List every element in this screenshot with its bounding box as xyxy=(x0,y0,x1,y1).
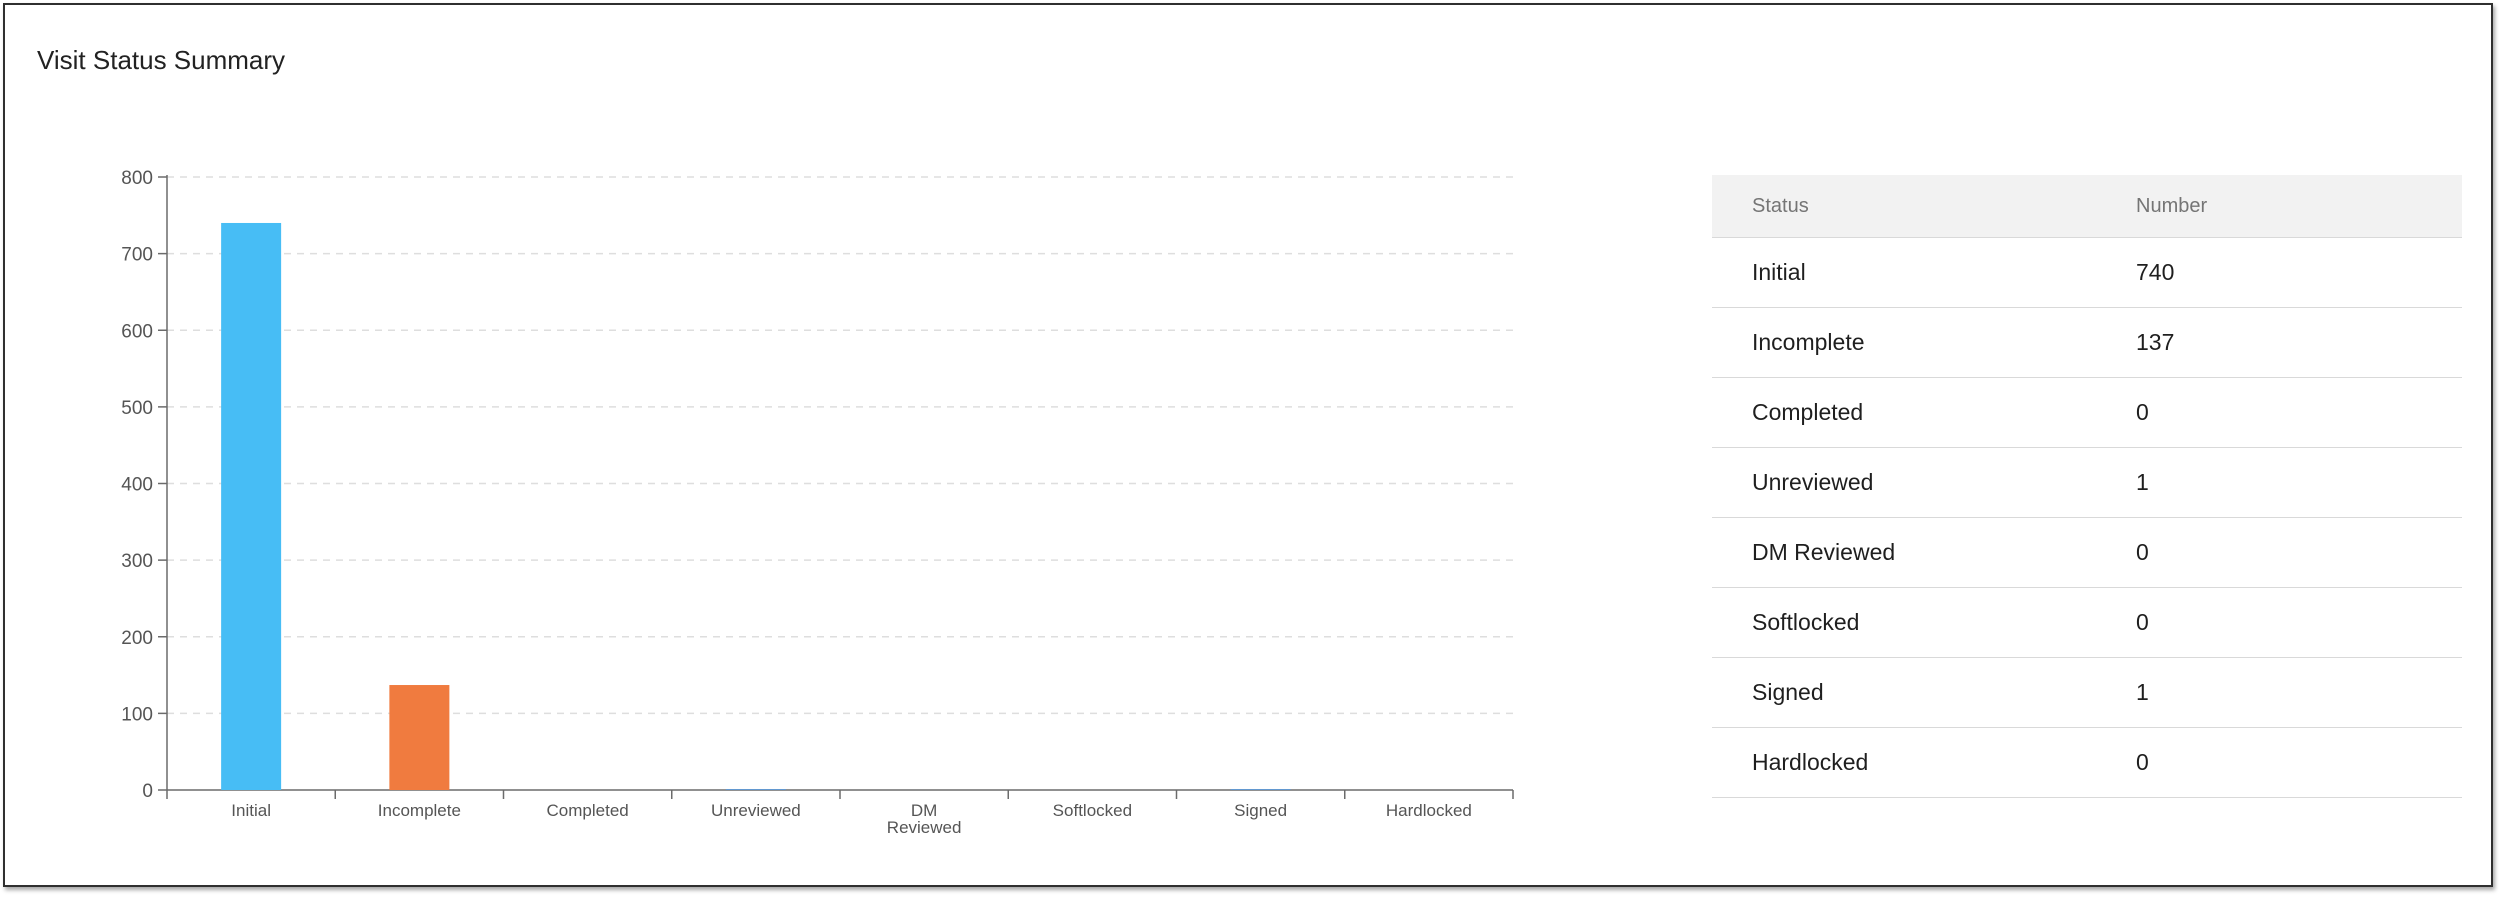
table-row: Softlocked 0 xyxy=(1712,588,2462,658)
x-tick-label: Unreviewed xyxy=(711,801,801,820)
y-tick-label: 600 xyxy=(121,321,153,342)
row-status: DM Reviewed xyxy=(1752,539,1896,565)
table-row: Completed 0 xyxy=(1712,378,2462,448)
table-row: DM Reviewed 0 xyxy=(1712,518,2462,588)
y-tick-label: 300 xyxy=(121,551,153,572)
header-status: Status xyxy=(1752,194,1809,217)
visit-status-panel: Visit Status Summary 0 100 200 300 400 500 600… xyxy=(3,3,2493,887)
y-tick-label: 200 xyxy=(121,628,153,649)
table-row: Initial 740 xyxy=(1712,238,2462,308)
row-number: 0 xyxy=(2136,399,2149,425)
table-row: Hardlocked 0 xyxy=(1712,728,2462,798)
table-row: Unreviewed 1 xyxy=(1712,448,2462,518)
x-tick-label: Reviewed xyxy=(887,818,962,837)
row-number: 137 xyxy=(2136,329,2175,355)
x-tick-label: Hardlocked xyxy=(1386,801,1472,820)
row-status: Initial xyxy=(1752,259,1806,285)
row-status: Unreviewed xyxy=(1752,469,1874,495)
y-tick-label: 700 xyxy=(121,245,153,266)
table-header: Status Number xyxy=(1712,175,2462,238)
bar-unreviewed xyxy=(725,789,786,790)
x-tick-label: Softlocked xyxy=(1053,801,1132,820)
row-number: 0 xyxy=(2136,609,2149,635)
row-status: Incomplete xyxy=(1752,329,1865,355)
row-status: Hardlocked xyxy=(1752,749,1869,775)
x-tick-label: Initial xyxy=(231,801,271,820)
row-status: Signed xyxy=(1752,679,1824,705)
table-row: Signed 1 xyxy=(1712,658,2462,728)
bar-incomplete xyxy=(389,685,450,790)
x-tick-label: Completed xyxy=(547,801,629,820)
bar-chart: 0 100 200 300 400 500 600 700 800 Initial Incomple… xyxy=(121,168,1514,837)
row-status: Completed xyxy=(1752,399,1864,425)
x-tick-label: Incomplete xyxy=(378,801,461,820)
table-row: Incomplete 137 xyxy=(1712,308,2462,378)
header-number: Number xyxy=(2136,194,2208,217)
row-status: Softlocked xyxy=(1752,609,1860,635)
y-tick-label: 0 xyxy=(142,781,153,802)
row-number: 0 xyxy=(2136,749,2149,775)
bar-signed xyxy=(1230,789,1291,790)
status-table: Status Number Initial 740 Incomplete 137… xyxy=(1712,175,2462,798)
y-tick-label: 800 xyxy=(121,168,153,189)
row-number: 0 xyxy=(2136,539,2149,565)
bar-initial xyxy=(221,222,282,791)
y-tick-label: 100 xyxy=(121,704,153,725)
y-tick-label: 400 xyxy=(121,475,153,496)
y-tick-label: 500 xyxy=(121,398,153,419)
x-tick-label: Signed xyxy=(1234,801,1287,820)
row-number: 740 xyxy=(2136,259,2175,285)
row-number: 1 xyxy=(2136,469,2149,495)
row-number: 1 xyxy=(2136,679,2149,705)
